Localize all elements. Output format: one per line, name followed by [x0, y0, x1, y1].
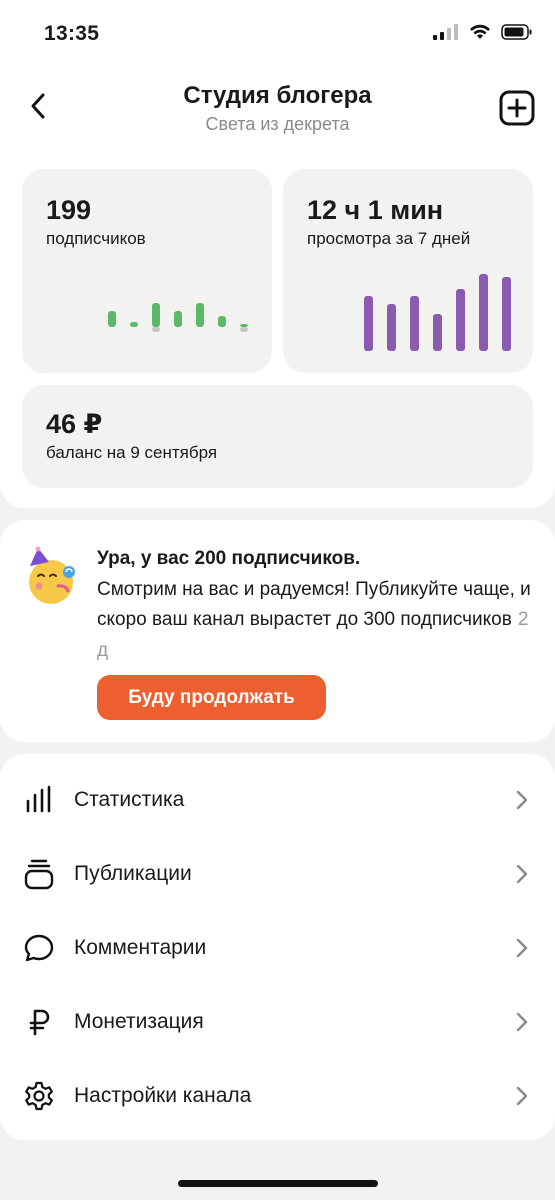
subscribers-label: подписчиков — [46, 229, 146, 248]
views-mini-chart — [364, 274, 511, 351]
menu-item-statistics[interactable]: Статистика — [0, 763, 555, 837]
chevron-right-icon — [516, 938, 528, 958]
promo-body: Смотрим на вас и радуемся! Публикуйте ча… — [97, 578, 531, 631]
menu-item-publications[interactable]: Публикации — [0, 837, 555, 911]
comment-icon — [22, 931, 56, 965]
subscribers-mini-chart — [108, 303, 248, 332]
plus-square-icon — [499, 90, 535, 126]
page-title: Студия блогера — [183, 82, 372, 109]
wifi-icon — [470, 24, 490, 39]
subscribers-gain-bar — [240, 324, 248, 327]
milestone-promo-card: Ура, у вас 200 подписчиков. Смотрим на в… — [0, 520, 555, 742]
signal-icon — [433, 24, 458, 40]
party-face-icon — [24, 546, 80, 606]
subscribers-gain-bar — [130, 322, 138, 327]
menu-item-monetization[interactable]: Монетизация — [0, 985, 555, 1059]
views-bar — [456, 289, 465, 351]
chevron-right-icon — [516, 864, 528, 884]
views-bar — [364, 296, 373, 351]
subscribers-gain-bar — [196, 303, 204, 327]
page-subtitle: Света из декрета — [205, 114, 350, 134]
chevron-right-icon — [516, 1012, 528, 1032]
balance-card[interactable]: 46 ₽ баланс на 9 сентября — [22, 385, 533, 488]
chevron-right-icon — [516, 790, 528, 810]
subscribers-loss-bar — [240, 327, 248, 332]
views-bar — [387, 304, 396, 351]
publications-icon — [22, 857, 56, 891]
home-indicator — [178, 1180, 378, 1187]
chevron-right-icon — [516, 1086, 528, 1106]
status-icons — [433, 24, 533, 40]
menu-item-label: Монетизация — [74, 1010, 204, 1033]
menu-item-channel-settings[interactable]: Настройки канала — [0, 1059, 555, 1133]
ruble-icon — [22, 1005, 56, 1039]
bar-chart-icon — [22, 783, 56, 817]
status-bar: 13:35 — [0, 0, 555, 64]
views-total: 12 ч 1 мин — [307, 195, 444, 225]
subscribers-gain-bar — [108, 311, 116, 327]
battery-icon — [501, 24, 532, 40]
menu-item-label: Настройки канала — [74, 1084, 252, 1107]
top-card: 13:35 Студия блогера Света из декрета 19… — [0, 0, 555, 508]
subscribers-count: 199 — [46, 195, 92, 225]
promo-title: Ура, у вас 200 подписчиков. — [97, 548, 361, 569]
subscribers-gain-bar — [152, 303, 160, 327]
views-bar — [433, 314, 442, 351]
views-label: просмотра за 7 дней — [307, 229, 471, 248]
menu-item-label: Комментарии — [74, 936, 207, 959]
menu-item-comments[interactable]: Комментарии — [0, 911, 555, 985]
status-time: 13:35 — [44, 22, 100, 45]
subscribers-gain-bar — [218, 316, 226, 327]
views-bar — [502, 277, 511, 351]
keep-going-button[interactable]: Буду продолжать — [97, 675, 326, 720]
gear-icon — [22, 1079, 56, 1113]
promo-message: Ура, у вас 200 подписчиков. Смотрим на в… — [97, 544, 537, 666]
views-card[interactable]: 12 ч 1 мин просмотра за 7 дней — [283, 169, 533, 373]
subscribers-card[interactable]: 199 подписчиков — [22, 169, 272, 373]
subscribers-gain-bar — [174, 311, 182, 327]
subscribers-loss-bar — [152, 327, 160, 332]
menu-item-label: Статистика — [74, 788, 185, 811]
views-bar — [410, 296, 419, 351]
add-publication-button[interactable] — [499, 90, 535, 126]
header: Студия блогера Света из декрета — [0, 76, 555, 146]
balance-amount: 46 ₽ — [46, 409, 103, 439]
menu-list: Статистика Публикации Комментарии Монети… — [0, 754, 555, 1140]
balance-label: баланс на 9 сентября — [46, 443, 218, 462]
menu-item-label: Публикации — [74, 862, 192, 885]
views-bar — [479, 274, 488, 351]
